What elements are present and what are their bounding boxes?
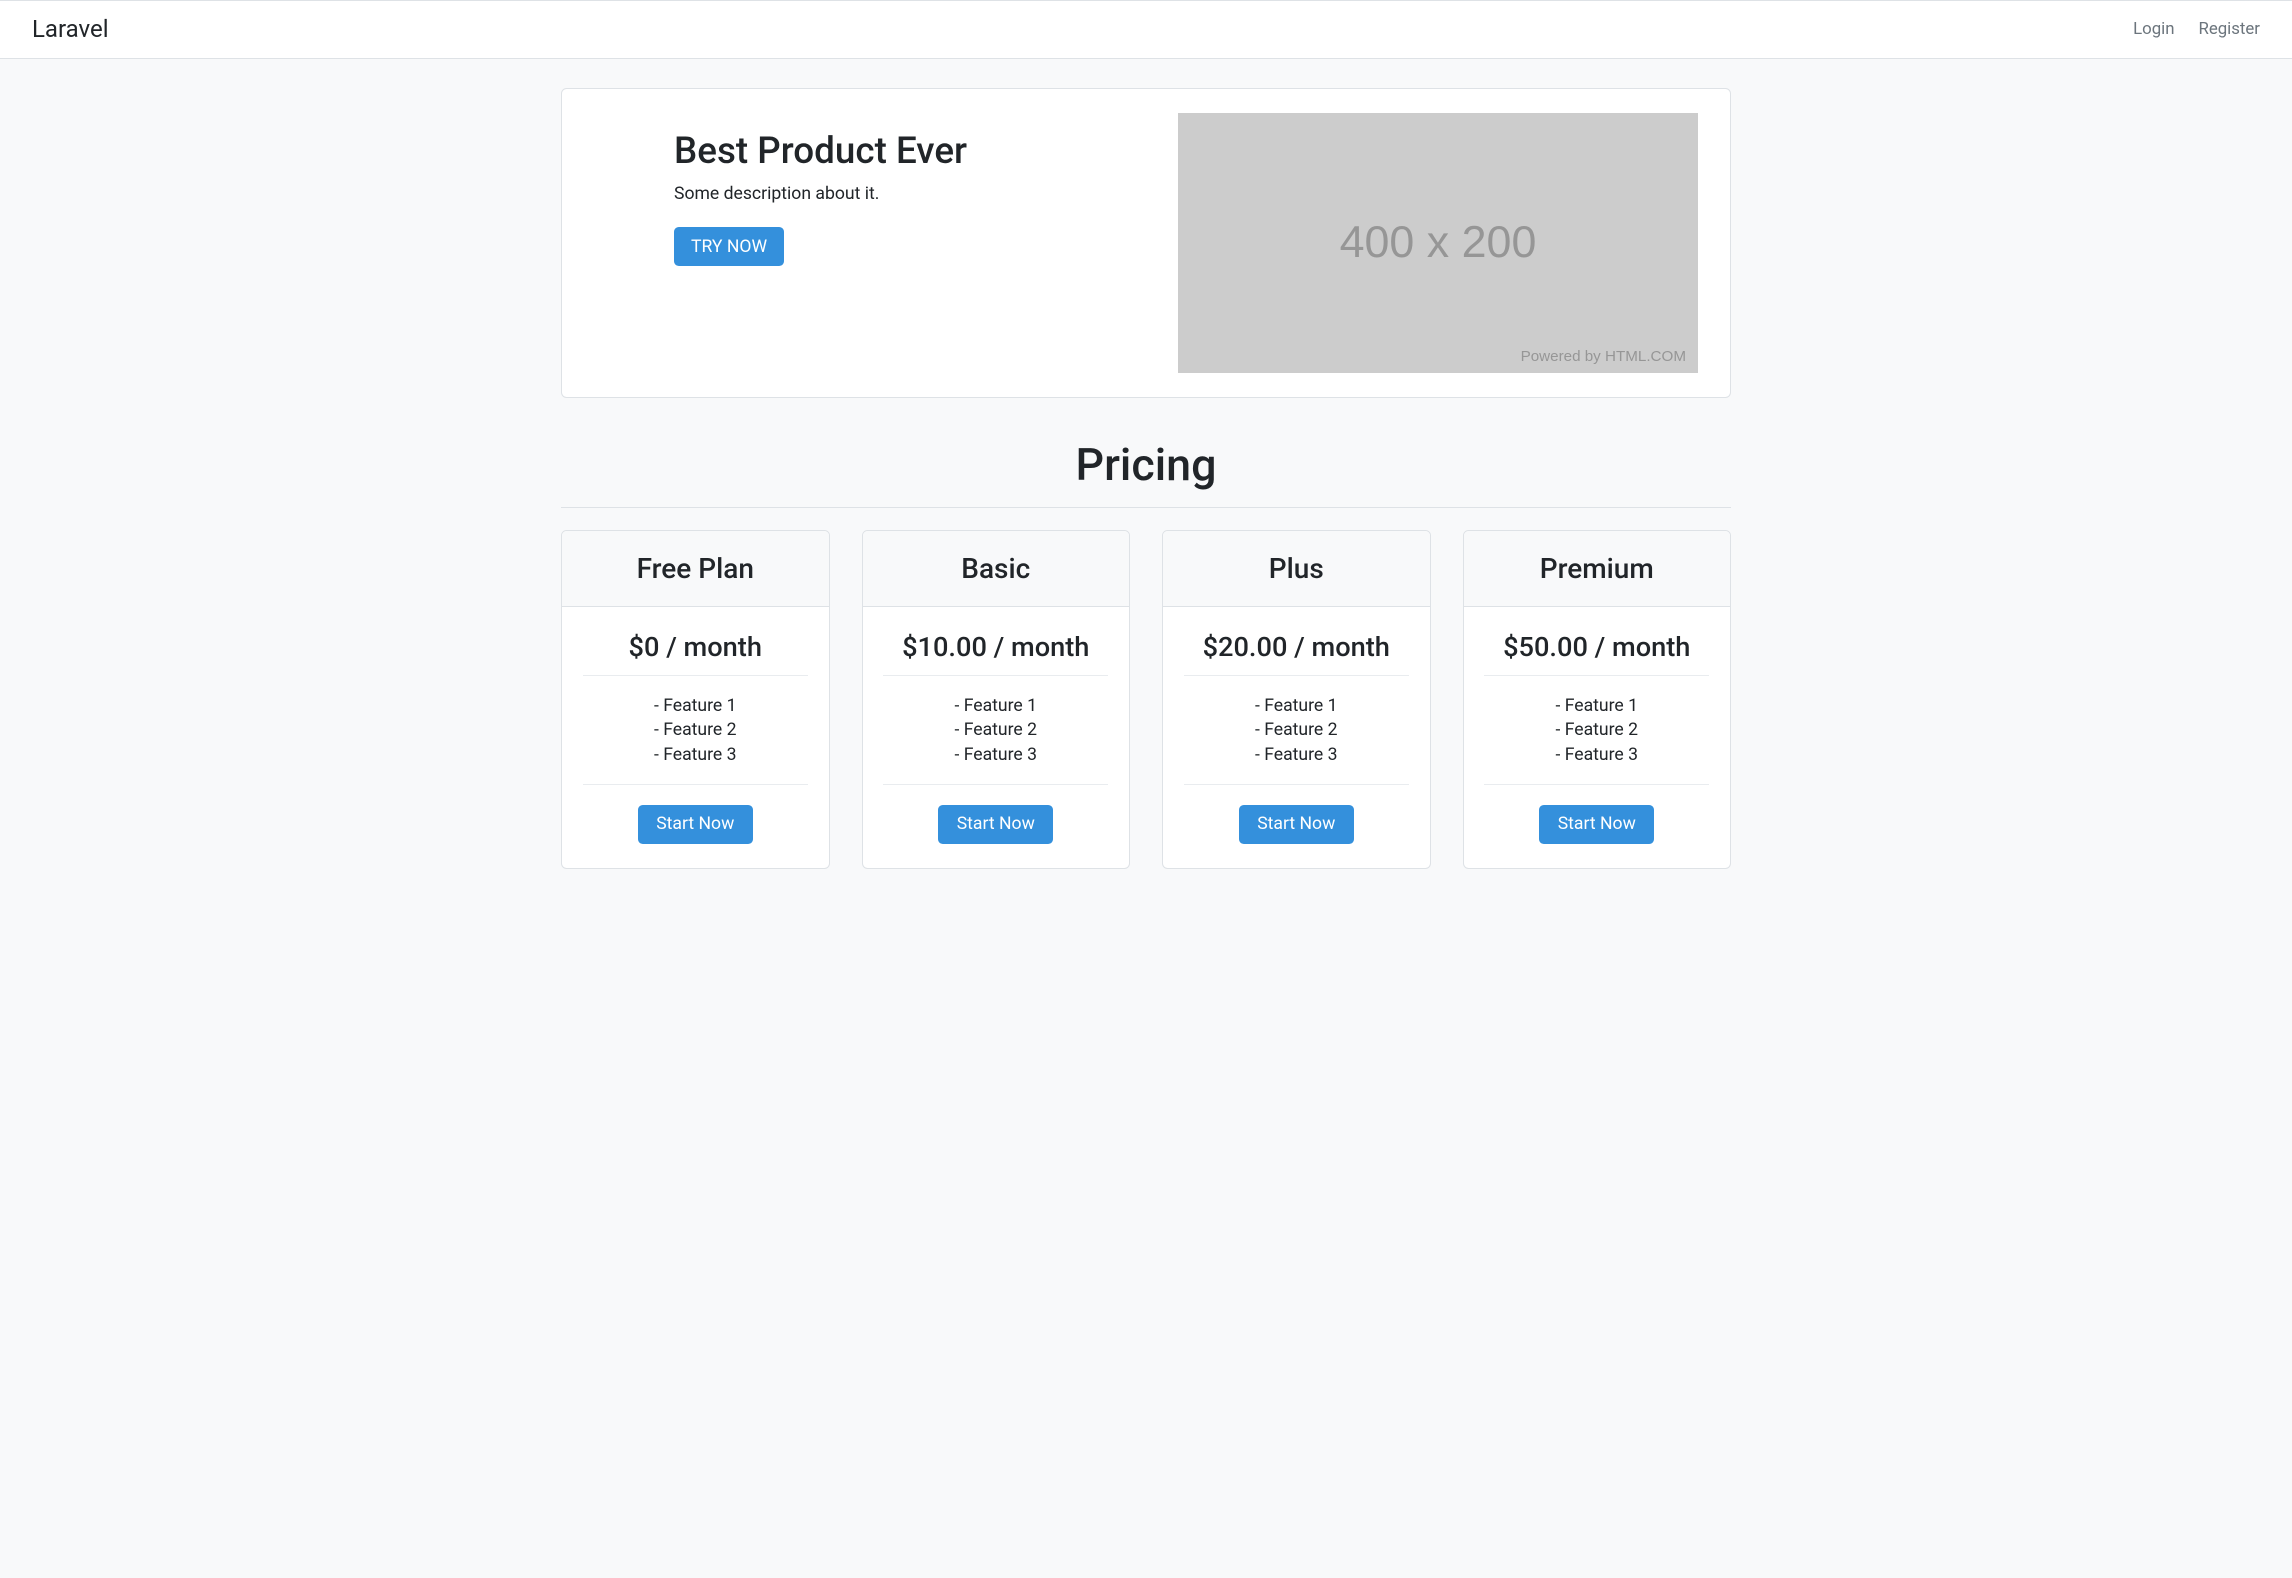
pricing-card: Premium $50.00 / month - Feature 1 - Featur…: [1463, 530, 1732, 869]
plan-price: $50.00 / month: [1484, 631, 1709, 663]
pricing-card: Basic $10.00 / month - Feature 1 - Feature …: [862, 530, 1131, 869]
feature-item: - Feature 3: [883, 745, 1108, 765]
start-now-button[interactable]: Start Now: [1239, 805, 1354, 845]
pricing-title: Pricing: [561, 438, 1731, 491]
plan-price: $10.00 / month: [883, 631, 1108, 663]
feature-item: - Feature 1: [583, 696, 808, 716]
feature-item: - Feature 2: [1484, 720, 1709, 740]
card-divider: [1184, 784, 1409, 785]
pricing-section: Pricing Free Plan $0 / month - Feature 1 - …: [561, 438, 1731, 870]
plan-name: Premium: [1480, 552, 1715, 585]
navbar: Laravel Login Register: [0, 0, 2292, 59]
card-body: $20.00 / month - Feature 1 - Feature 2 - Fe…: [1163, 607, 1430, 869]
card-body: $50.00 / month - Feature 1 - Feature 2 - Fe…: [1464, 607, 1731, 869]
card-header: Plus: [1163, 531, 1430, 607]
card-body: $10.00 / month - Feature 1 - Feature 2 - Fe…: [863, 607, 1130, 869]
card-divider: [883, 675, 1108, 676]
hero-content: Best Product Ever Some description about…: [594, 113, 1146, 267]
card-divider: [1484, 784, 1709, 785]
hero-title: Best Product Ever: [674, 129, 1146, 172]
feature-item: - Feature 1: [883, 696, 1108, 716]
feature-item: - Feature 3: [583, 745, 808, 765]
placeholder-text: 400 x 200: [1340, 217, 1537, 268]
nav-links: Login Register: [2133, 19, 2260, 39]
card-divider: [1484, 675, 1709, 676]
feature-item: - Feature 2: [583, 720, 808, 740]
feature-item: - Feature 2: [1184, 720, 1409, 740]
plan-price: $20.00 / month: [1184, 631, 1409, 663]
start-now-button[interactable]: Start Now: [638, 805, 753, 845]
feature-item: - Feature 3: [1184, 745, 1409, 765]
feature-item: - Feature 3: [1484, 745, 1709, 765]
card-header: Premium: [1464, 531, 1731, 607]
start-now-button[interactable]: Start Now: [938, 805, 1053, 845]
card-header: Basic: [863, 531, 1130, 607]
card-header: Free Plan: [562, 531, 829, 607]
start-now-button[interactable]: Start Now: [1539, 805, 1654, 845]
brand-link[interactable]: Laravel: [32, 15, 109, 43]
card-divider: [583, 675, 808, 676]
pricing-card: Plus $20.00 / month - Feature 1 - Feature 2…: [1162, 530, 1431, 869]
pricing-card: Free Plan $0 / month - Feature 1 - Feature …: [561, 530, 830, 869]
card-divider: [883, 784, 1108, 785]
feature-item: - Feature 1: [1484, 696, 1709, 716]
try-now-button[interactable]: TRY NOW: [674, 227, 784, 267]
plan-price: $0 / month: [583, 631, 808, 663]
placeholder-credit: Powered by HTML.COM: [1521, 348, 1686, 365]
hero-image-wrapper: 400 x 200 Powered by HTML.COM: [1178, 113, 1698, 373]
register-link[interactable]: Register: [2199, 19, 2260, 39]
section-divider: [561, 507, 1731, 508]
placeholder-image: 400 x 200 Powered by HTML.COM: [1178, 113, 1698, 373]
feature-item: - Feature 2: [883, 720, 1108, 740]
hero-description: Some description about it.: [674, 184, 1146, 204]
plan-name: Plus: [1179, 552, 1414, 585]
feature-item: - Feature 1: [1184, 696, 1409, 716]
card-divider: [1184, 675, 1409, 676]
plan-name: Free Plan: [578, 552, 813, 585]
plan-name: Basic: [879, 552, 1114, 585]
card-body: $0 / month - Feature 1 - Feature 2 - Featur…: [562, 607, 829, 869]
pricing-grid: Free Plan $0 / month - Feature 1 - Feature …: [561, 530, 1731, 869]
login-link[interactable]: Login: [2133, 19, 2174, 39]
card-divider: [583, 784, 808, 785]
hero-card: Best Product Ever Some description about…: [561, 88, 1731, 398]
